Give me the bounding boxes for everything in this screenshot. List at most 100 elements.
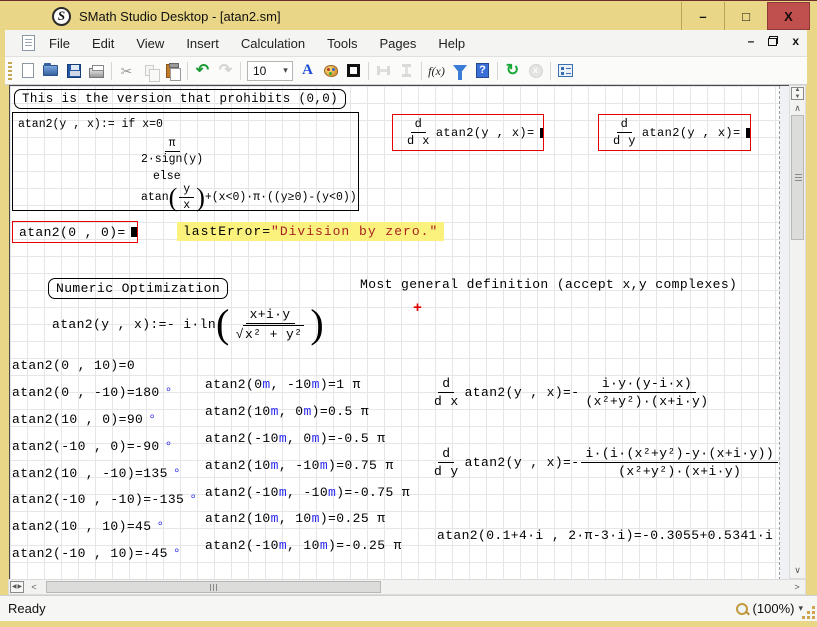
status-message: Ready [8, 601, 46, 616]
menu-file[interactable]: File [41, 32, 78, 55]
menu-tools[interactable]: Tools [319, 32, 365, 55]
scroll-right-icon[interactable]: > [790, 581, 804, 593]
menu-calculation[interactable]: Calculation [233, 32, 313, 55]
result-row[interactable]: atan2(0 , -10)=180° [12, 379, 197, 406]
thumb-grip [210, 584, 219, 591]
menu-bar: File Edit View Insert Calculation Tools … [5, 30, 807, 57]
menu-pages[interactable]: Pages [372, 32, 425, 55]
deriv-dx-result-region[interactable]: dd x atan2(y , x)=- i·y·(y-i·x)(x²+y²)·(… [428, 366, 714, 418]
horizontal-splitter-button[interactable]: ◀▶ [10, 581, 24, 593]
definition-fraction: π2·sign(y) [135, 137, 209, 166]
scroll-down-icon[interactable]: ∨ [791, 564, 804, 577]
atan2-00-error-region[interactable]: atan2(0 , 0)= [12, 221, 138, 243]
result-row[interactable]: atan2(0 , 10)=0 [12, 352, 197, 379]
stop-button[interactable]: x [524, 60, 547, 82]
zoom-magnifier-icon[interactable] [735, 602, 749, 616]
numopt-formula-region[interactable]: atan2(y , x):=- i·ln ( x+i·y √x² + y² ) [52, 298, 324, 350]
result-row[interactable]: atan2(-10 m , -10 m)=-0.75 π [205, 479, 410, 506]
menu-insert[interactable]: Insert [178, 32, 227, 55]
complex-eval-region[interactable]: atan2(0.1+4·i , 2·π-3·i)=-0.3055+0.5341·… [437, 528, 773, 543]
note-most-general[interactable]: Most general definition (accept x,y comp… [360, 277, 737, 292]
horizontal-scroll-thumb[interactable] [46, 581, 381, 593]
dx-result-num: i·y·(y-i·x) [598, 376, 696, 393]
vertical-splitter-button[interactable]: ▲▼ [791, 87, 804, 100]
save-button[interactable] [62, 60, 85, 82]
result-row[interactable]: atan2(10 m , -10 m)=0.75 π [205, 452, 410, 479]
window-title: SMath Studio Desktop - [atan2.sm] [79, 9, 281, 24]
undo-button[interactable]: ↶ [191, 60, 214, 82]
paste-button[interactable] [161, 60, 184, 82]
cut-button[interactable]: ✂ [115, 60, 138, 82]
vertical-scroll-thumb[interactable] [791, 115, 804, 240]
font-size-select[interactable]: 10 ▾ [247, 61, 293, 81]
dx-result-den: (x²+y²)·(x+i·y) [581, 393, 712, 409]
align-vertical-button[interactable] [395, 60, 418, 82]
scroll-left-icon[interactable]: < [27, 581, 41, 593]
result-row[interactable]: atan2(-10 , 10)=-45° [12, 540, 197, 567]
toolbar-separator [240, 62, 241, 80]
vertical-scrollbar[interactable]: ▲▼ ∧ ∨ [789, 85, 806, 579]
result-row[interactable]: atan2(10 m , 10 m)=0.25 π [205, 505, 410, 532]
deriv-dy-result-region[interactable]: dd y atan2(y , x)=- i·(i·(x²+y²)-y·(x+i·… [428, 434, 780, 490]
last-error-value: "Division by zero." [271, 224, 438, 239]
worksheet-canvas[interactable]: This is the version that prohibits (0,0)… [9, 85, 789, 579]
refresh-icon: ↻ [506, 63, 519, 79]
maximize-button[interactable]: □ [724, 2, 767, 30]
result-row[interactable]: atan2(10 , 10)=45° [12, 513, 197, 540]
note-prohibits[interactable]: This is the version that prohibits (0,0) [14, 89, 346, 109]
deriv-dy-error-region[interactable]: dd y atan2(y , x)= [598, 114, 751, 151]
result-row[interactable]: atan2(10 , -10)=135° [12, 460, 197, 487]
insertion-cursor[interactable]: + [413, 300, 422, 317]
mdi-minimize-button[interactable]: – [748, 35, 755, 47]
result-row[interactable]: atan2(10 m , 0 m)=0.5 π [205, 398, 410, 425]
degree-unit: ° [189, 492, 197, 507]
toolbar-separator [497, 62, 498, 80]
zoom-level[interactable]: (100%) [753, 601, 795, 616]
scroll-up-icon[interactable]: ∧ [791, 102, 804, 115]
last-error-region[interactable]: lastError="Division by zero." [177, 222, 444, 241]
deriv-dx-error-region[interactable]: dd x atan2(y , x)= [392, 114, 544, 151]
filter-button[interactable] [448, 60, 471, 82]
mdi-restore-button[interactable] [768, 36, 778, 46]
page-margin [780, 86, 789, 579]
definition-else: else [153, 170, 181, 183]
font-color-icon: A [302, 63, 313, 78]
atan2-definition-region[interactable]: atan2(y , x):= if x=0 π2·sign(y) else at… [12, 112, 359, 211]
background-color-button[interactable] [319, 60, 342, 82]
results-pi-column[interactable]: atan2(0 m , -10 m)=1 π atan2(10 m , 0 m)… [205, 371, 410, 559]
recalculate-button[interactable]: ↻ [501, 60, 524, 82]
toolbar-grip[interactable] [8, 62, 12, 80]
result-row[interactable]: atan2(-10 , 0)=-90° [12, 433, 197, 460]
last-error-label: lastError= [183, 224, 271, 239]
insert-function-button[interactable]: f(x) [425, 60, 448, 82]
reference-book-button[interactable]: ? [471, 60, 494, 82]
close-button[interactable]: X [767, 2, 810, 30]
copy-button[interactable] [138, 60, 161, 82]
undo-icon: ↶ [196, 63, 209, 79]
print-button[interactable] [85, 60, 108, 82]
degree-unit: ° [156, 519, 164, 534]
mdi-close-button[interactable]: x [792, 35, 799, 47]
result-row[interactable]: atan2(10 , 0)=90° [12, 406, 197, 433]
redo-button[interactable]: ↷ [214, 60, 237, 82]
note-numeric-optimization[interactable]: Numeric Optimization [48, 278, 228, 299]
menu-help[interactable]: Help [430, 32, 473, 55]
options-button[interactable] [554, 60, 577, 82]
result-row[interactable]: atan2(-10 m , 10 m)=-0.25 π [205, 532, 410, 559]
result-row[interactable]: atan2(0 m , -10 m)=1 π [205, 371, 410, 398]
menu-edit[interactable]: Edit [84, 32, 122, 55]
copy-icon [145, 65, 154, 76]
menu-view[interactable]: View [128, 32, 172, 55]
horizontal-scrollbar[interactable]: ◀▶ < > [8, 579, 806, 595]
result-row[interactable]: atan2(-10 m , 0 m)=-0.5 π [205, 425, 410, 452]
result-row[interactable]: atan2(-10 , -10)=-135° [12, 486, 197, 513]
toolbar-separator [187, 62, 188, 80]
open-button[interactable] [39, 60, 62, 82]
align-horizontal-button[interactable] [372, 60, 395, 82]
font-color-button[interactable]: A [296, 60, 319, 82]
results-degrees-column[interactable]: atan2(0 , 10)=0 atan2(0 , -10)=180° atan… [12, 352, 197, 567]
border-button[interactable] [342, 60, 365, 82]
minimize-button[interactable]: – [681, 2, 724, 30]
new-button[interactable] [16, 60, 39, 82]
resize-grip[interactable] [803, 607, 815, 619]
